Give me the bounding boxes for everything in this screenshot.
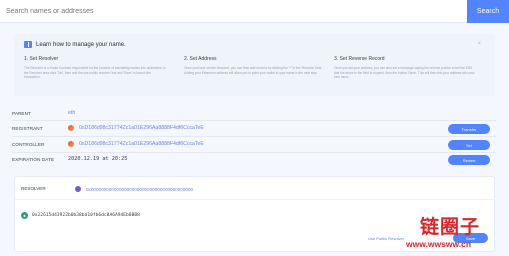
divider [15,199,494,200]
registrant-label: REGISTRANT [12,126,43,131]
book-icon [24,41,32,48]
step-desc: Once you have set the Resolver, you can … [184,66,323,75]
step-set-reverse-record: 3. Set Reverse Record Once you set your … [334,56,476,80]
renew-button[interactable]: Renew [448,155,490,165]
learn-header: Learn how to manage your name. [24,41,126,48]
divider [12,120,496,121]
watermark-url: www.wwsww.cn [406,239,472,249]
controller-value[interactable]: 0xD186d98c31774Zc1a01E296Aa8888F4df6Ccca… [68,141,204,147]
set-controller-button[interactable]: Set [448,140,490,150]
step-title: 3. Set Reverse Record [334,56,385,62]
controller-label: CONTROLLER [12,142,45,147]
resolver-value: 0x00000000000000000000000000000000000000… [75,186,193,192]
learn-title: Learn how to manage your name. [36,41,126,48]
search-bar: Search [0,0,509,24]
expiration-value: 2020.12.19 at 20:25 [68,156,128,162]
eth-address: 0x22615d43922b0b38ba10fb6dc8A6A94Eb0BB8 [32,213,140,218]
step-title: 2. Set Address [184,56,217,62]
registrant-value[interactable]: 0xD186d98c31774Zc1a01E296Aa8888F4df6Ccca… [68,125,204,131]
close-icon[interactable]: × [477,41,481,47]
transfer-button[interactable]: Transfer [448,124,490,134]
resolver-icon [75,186,81,192]
watermark-logo-text: 链圈子 [420,217,481,238]
step-desc: The Resolver is a Smart Contract respons… [24,66,166,80]
search-input[interactable] [0,0,468,23]
registrant-address: 0xD186d98c31774Zc1a01E296Aa8888F4df6Ccca… [79,125,204,131]
expiration-label: EXPIRATION DATE [12,157,55,162]
search-button[interactable]: Search [467,0,509,23]
eth-address-record: ◆ 0x22615d43922b0b38ba10fb6dc8A6A94Eb0BB… [21,212,140,219]
avatar-icon [68,141,74,147]
resolver-address: 0x00000000000000000000000000000000000000… [86,186,194,192]
controller-address: 0xD186d98c31774Zc1a01E296Aa8888F4df6Ccca… [79,141,204,147]
divider [12,136,496,137]
avatar-icon [68,125,74,131]
parent-label: PARENT [12,111,31,116]
step-desc: Once you set your address, you can also … [334,66,475,80]
resolver-label: RESOLVER [21,186,46,191]
ethereum-icon: ◆ [21,212,28,219]
divider [12,152,496,153]
step-set-address: 2. Set Address Once you have set the Res… [184,56,326,75]
learn-panel: Learn how to manage your name. × 1. Set … [14,34,495,96]
parent-link[interactable]: eth [68,110,75,116]
watermark: 链圈子 www.wwsww.cn [406,212,506,256]
use-public-resolver-link[interactable]: Use Public Resolver [368,236,404,241]
step-set-resolver: 1. Set Resolver The Resolver is a Smart … [24,56,166,80]
step-title: 1. Set Resolver [24,56,59,62]
